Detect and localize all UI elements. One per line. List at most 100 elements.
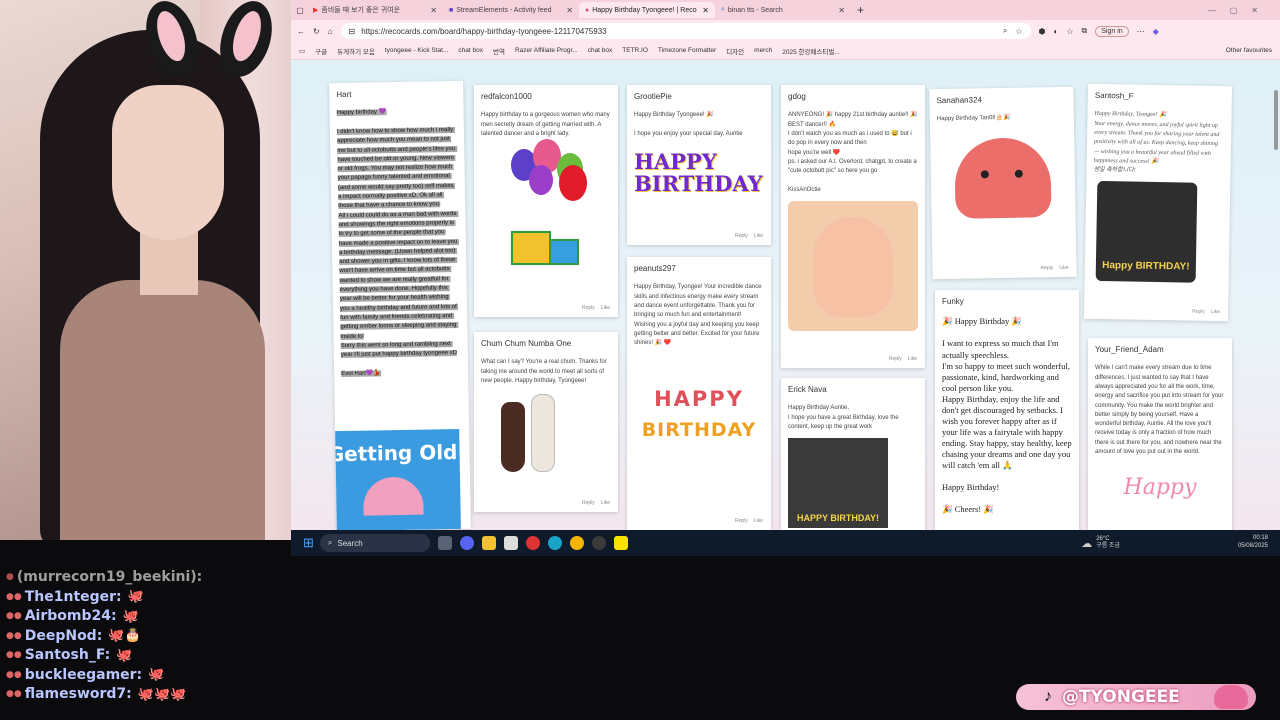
cake-icon	[362, 476, 424, 516]
card-author: Funky	[942, 297, 964, 306]
close-icon[interactable]: ✕	[566, 6, 573, 15]
bookmark-item[interactable]: merch	[754, 47, 772, 54]
close-icon[interactable]: ✕	[838, 6, 845, 15]
task-view-icon[interactable]	[437, 536, 452, 550]
tab-label: StreamElements - Activity feed	[456, 6, 552, 14]
extension-icon[interactable]: ⬢	[1039, 27, 1046, 36]
home-icon[interactable]: ⌂	[328, 27, 333, 36]
file-explorer-icon[interactable]	[481, 536, 496, 550]
reply-button[interactable]: Reply	[1192, 309, 1205, 317]
card-message: Happy Birthday, Tyongee! Your incredible…	[634, 284, 764, 347]
bookmarks-icon[interactable]: ▭	[299, 47, 305, 55]
bookmark-item[interactable]: Timezone Formatter	[658, 47, 716, 54]
like-button[interactable]: Like	[1211, 309, 1220, 317]
card-message: Happy Birthday, Tyongee! 🎉 Your energy, …	[1093, 111, 1222, 174]
discord-icon[interactable]	[459, 536, 474, 550]
bookmark-item[interactable]: tyongeee - Kick Stat...	[385, 47, 449, 54]
balloons-icon	[481, 139, 611, 279]
emote-icon: 🐙	[116, 647, 133, 663]
like-button[interactable]: Like	[754, 518, 763, 526]
emote-icon: 🐙	[122, 608, 139, 624]
close-icon[interactable]: ✕	[702, 6, 709, 15]
reply-button[interactable]: Reply	[889, 356, 902, 364]
emote-icon: 🐙🎂	[108, 628, 141, 643]
window-controls[interactable]: —▢✕	[1208, 6, 1272, 15]
like-button[interactable]: Like	[754, 233, 763, 241]
extension-icon[interactable]: ◐	[1054, 27, 1059, 36]
weather-icon[interactable]: ☁	[1081, 537, 1092, 550]
back-icon[interactable]: ←	[297, 27, 305, 36]
emote-icon: 🐙	[127, 589, 144, 604]
signin-button[interactable]: Sign in	[1095, 25, 1129, 37]
bookmark-item[interactable]: chat box	[458, 47, 483, 54]
windows-start-icon[interactable]: ⊞	[303, 535, 314, 551]
bookmark-item[interactable]: 구글	[315, 46, 327, 56]
other-favourites[interactable]: Other favourites	[1226, 47, 1272, 54]
like-button[interactable]: Like	[601, 500, 610, 508]
card-actions: Reply Like	[582, 305, 610, 313]
like-button[interactable]: Like	[1059, 265, 1068, 273]
obs-icon[interactable]	[525, 536, 540, 550]
card-author: Hart	[336, 89, 352, 100]
bookmark-item[interactable]: 번역	[493, 46, 505, 56]
favorite-star-icon[interactable]: ☆	[1015, 27, 1022, 36]
weather-widget[interactable]: 26°C 구름 조금	[1096, 536, 1120, 550]
close-icon[interactable]: ✕	[430, 6, 437, 15]
card-actions: Reply Like	[735, 233, 763, 241]
edge-icon[interactable]	[547, 536, 562, 550]
board-content: Hart Happy birthday 💜 I didn't know how …	[291, 60, 1280, 530]
card-author: Chum Chum Numba One	[481, 339, 572, 348]
favorites-icon[interactable]: ☆	[1066, 27, 1073, 36]
app-icon[interactable]	[591, 536, 606, 550]
site-info-icon[interactable]: ⊟	[349, 27, 356, 36]
chat-line: ●● The1nteger: 🐙	[6, 588, 291, 606]
copilot-icon[interactable]: ◆	[1153, 27, 1159, 36]
tiktok-handle: @TYONGEEE	[1062, 687, 1180, 707]
happy-birthday-sticker: HAPPY BIRTHDAY	[634, 149, 763, 197]
bookmark-item[interactable]: Razer Affiliate Progr...	[515, 47, 578, 54]
scrollbar[interactable]	[1274, 90, 1278, 150]
like-button[interactable]: Like	[908, 356, 917, 364]
clock[interactable]: 00:18 05/08/2025	[1238, 535, 1268, 551]
streamer-top	[60, 280, 265, 540]
chat-line: ●● DeepNod: 🐙🎂	[6, 627, 291, 645]
more-menu-icon[interactable]: ⋯	[1137, 27, 1145, 36]
reload-icon[interactable]: ↻	[313, 27, 320, 36]
reply-button[interactable]: Reply	[582, 500, 595, 508]
clock-date: 05/08/2025	[1237, 543, 1268, 549]
chat-username: (murrecorn19_beekini):	[16, 569, 203, 585]
tab-actions-icon[interactable]: ▢	[293, 6, 307, 15]
tab-bar: ▢ ▶ 좀비들 때 보기 좋은 귀여운 ✕ ■ StreamElements - Ac…	[291, 0, 1280, 20]
chrome-icon[interactable]	[569, 536, 584, 550]
tab-streamelements[interactable]: ■ StreamElements - Activity feed ✕	[443, 2, 579, 18]
bookmark-item[interactable]: chat box	[588, 47, 613, 54]
app-icon[interactable]	[503, 536, 518, 550]
bookmark-item[interactable]: 듀게하기 모음	[337, 46, 375, 56]
card-message: Happy birthday to a gorgeous women who m…	[481, 112, 612, 137]
zoom-icon[interactable]: ⌕	[1003, 26, 1007, 36]
like-button[interactable]: Like	[601, 305, 610, 313]
reply-button[interactable]: Reply	[582, 305, 595, 313]
bookmark-item[interactable]: 2025 한강페스티벌...	[782, 46, 840, 56]
new-tab-button[interactable]: +	[857, 3, 864, 17]
card-erick-nava: Erick Nava Happy Birthday Auntie, I hope…	[781, 378, 925, 530]
badge-icon: ●●	[6, 650, 22, 660]
bookmark-item[interactable]: 디자인	[726, 46, 744, 56]
sticker-line: BIRTHDAY	[641, 418, 757, 441]
taskbar-search[interactable]: ⌕ Search	[319, 534, 430, 552]
badge-icon: ●●	[6, 591, 22, 602]
card-gdog: gdog ANNYEONG! 🎉 happy 21st birthday aun…	[781, 85, 925, 368]
reply-button[interactable]: Reply	[1040, 265, 1053, 273]
emote-icon: 🐙🐙🐙	[137, 686, 187, 702]
card-actions: Reply Like	[889, 356, 917, 364]
streamelements-icon: ■	[449, 6, 454, 14]
reply-button[interactable]: Reply	[735, 233, 748, 241]
tab-youtube[interactable]: ▶ 좀비들 때 보기 좋은 귀여운 ✕	[307, 2, 443, 18]
collections-icon[interactable]: ⧉	[1082, 26, 1088, 36]
reply-button[interactable]: Reply	[735, 518, 748, 526]
bookmark-item[interactable]: TETR.IO	[622, 47, 648, 54]
kakaotalk-icon[interactable]	[613, 536, 628, 550]
url-field[interactable]: ⊟ https://recocards.com/board/happy-birth…	[340, 23, 1031, 39]
tab-recocards[interactable]: ● Happy Birthday Tyongeee! | Reco ✕	[579, 2, 715, 18]
tab-search[interactable]: ⌕ binan tts - Search ✕	[715, 2, 851, 18]
